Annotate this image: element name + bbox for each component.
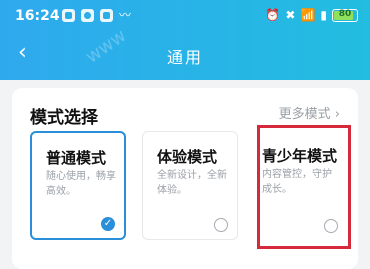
mode-title: 体验模式 bbox=[157, 148, 218, 166]
chevron-right-icon: › bbox=[334, 107, 340, 122]
battery-level: 80 bbox=[338, 8, 352, 19]
status-time: 16:24 bbox=[15, 8, 60, 24]
mode-card-normal[interactable]: 普通模式 随心使用，畅享高效。 ✓ bbox=[30, 131, 126, 240]
signal-icon: ▮ bbox=[320, 8, 327, 22]
more-modes-link[interactable]: 更多模式 › bbox=[279, 103, 340, 122]
more-modes-label: 更多模式 bbox=[278, 107, 331, 122]
app-notification-icon bbox=[100, 9, 113, 22]
battery-icon: 80 bbox=[332, 8, 358, 22]
hotspot-icon: 〰 bbox=[119, 8, 132, 22]
radio-button[interactable] bbox=[214, 218, 228, 232]
wifi-icon: 📶 bbox=[300, 8, 316, 22]
app-header: 16:24 〰 ⏰ ✖ 📶 ▮ 80 ‹ 通用 www bbox=[0, 0, 370, 80]
app-notification-icon bbox=[62, 9, 75, 22]
alarm-icon: ⏰ bbox=[265, 8, 281, 22]
status-bar: 16:24 〰 ⏰ ✖ 📶 ▮ 80 bbox=[0, 0, 370, 34]
page-title: 通用 bbox=[166, 48, 203, 67]
app-notification-icon bbox=[81, 9, 94, 22]
check-icon[interactable]: ✓ bbox=[101, 217, 115, 231]
mode-title: 普通模式 bbox=[46, 149, 107, 167]
section-title: 模式选择 bbox=[30, 108, 98, 128]
mode-card-experience[interactable]: 体验模式 全新设计，全新体验。 bbox=[142, 131, 238, 240]
mode-desc: 随心使用，畅享高效。 bbox=[46, 171, 116, 197]
system-icons: ⏰ ✖ 📶 ▮ 80 bbox=[265, 8, 358, 22]
mode-desc: 全新设计，全新体验。 bbox=[157, 170, 227, 196]
notification-icons: 〰 bbox=[62, 9, 137, 22]
mute-icon: ✖ bbox=[285, 8, 296, 22]
highlight-box bbox=[257, 125, 351, 249]
